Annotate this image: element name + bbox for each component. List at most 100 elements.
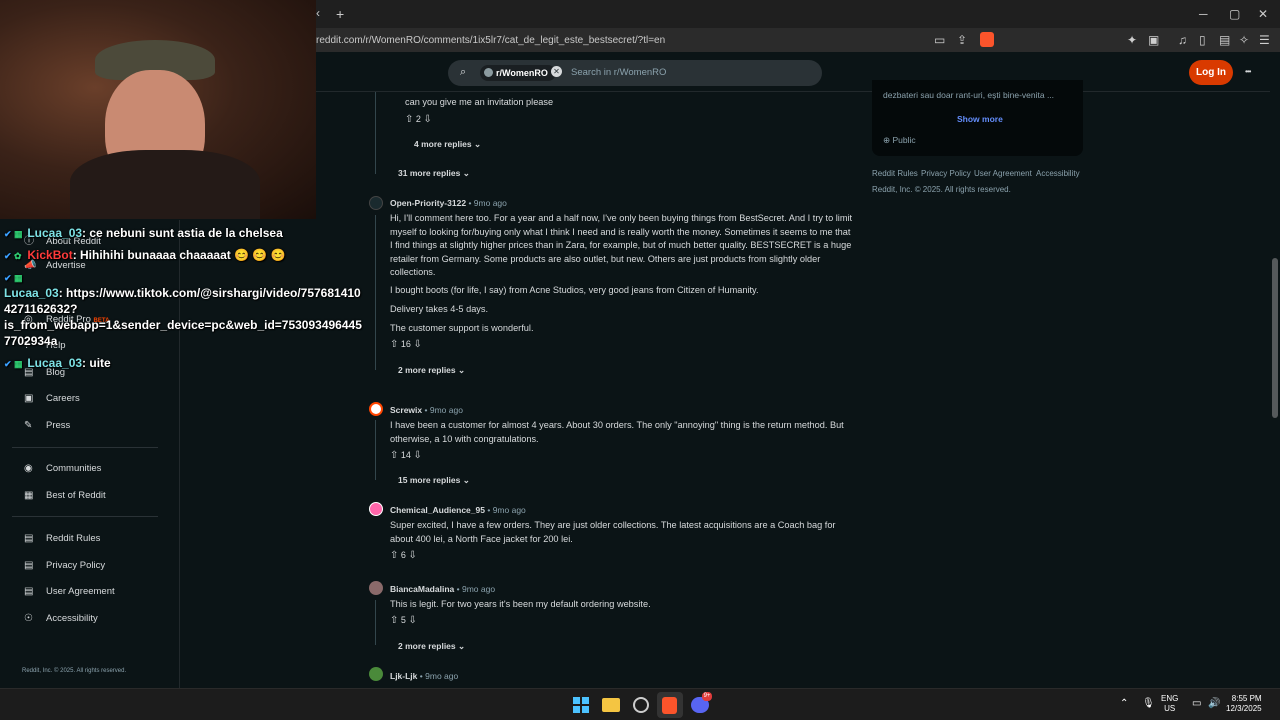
downvote-icon[interactable]: ⇩	[408, 550, 416, 561]
chat-username: Lucaa_03	[27, 226, 83, 240]
upvote-icon[interactable]: ⇧	[405, 114, 413, 125]
clock[interactable]: 8:55 PM 12/3/2025	[1226, 694, 1262, 714]
community-visibility: ⊕ Public	[883, 135, 916, 146]
comment-username: Ljk-Ljk	[390, 671, 418, 681]
comment-author[interactable]: Screwix • 9mo ago	[390, 405, 463, 415]
comment-username: Chemical_Audience_95	[390, 505, 485, 515]
search-bar[interactable]: ⌕ r/WomenRO ✕ Search in r/WomenRO	[448, 60, 822, 86]
upvote-icon[interactable]: ⇧	[390, 615, 398, 626]
brave-icon[interactable]	[662, 697, 677, 714]
sidebar-icon[interactable]: ▯	[1199, 33, 1206, 47]
separator: •	[487, 505, 491, 515]
obs-icon[interactable]	[633, 697, 649, 713]
more-replies-label: 2 more replies	[398, 365, 456, 375]
downvote-icon[interactable]: ⇩	[408, 615, 416, 626]
more-replies-button[interactable]: 2 more replies ⌄	[398, 641, 465, 652]
sidebar-item-communities[interactable]: ◉ Communities	[24, 463, 101, 474]
more-replies-button[interactable]: 4 more replies ⌄	[414, 139, 481, 150]
footer-link-privacy[interactable]: Privacy Policy	[921, 169, 971, 178]
avatar[interactable]	[369, 581, 383, 595]
sidebar-item-privacy-policy[interactable]: ▤ Privacy Policy	[24, 560, 105, 571]
screenshot-icon[interactable]: ▣	[1148, 33, 1159, 47]
share-icon[interactable]: ⇪	[957, 33, 967, 47]
menu-icon[interactable]: ☰	[1259, 33, 1270, 47]
sidebar-divider	[12, 447, 158, 448]
avatar[interactable]	[369, 196, 383, 210]
subreddit-chip[interactable]: r/WomenRO	[480, 65, 556, 81]
microphone-icon[interactable]: 🎙	[1142, 698, 1155, 709]
avatar[interactable]	[369, 502, 383, 516]
downvote-icon[interactable]: ⇩	[413, 339, 421, 350]
comment-author[interactable]: Ljk-Ljk • 9mo ago	[390, 671, 458, 681]
tray-chevron-icon[interactable]: ⌃	[1120, 698, 1128, 709]
comment-body: I bought boots (for life, I say) from Ac…	[390, 285, 759, 295]
footer-link-accessibility[interactable]: Accessibility	[1036, 169, 1080, 178]
clock-time: 8:55 PM	[1231, 694, 1262, 703]
downvote-icon[interactable]: ⇩	[423, 114, 431, 125]
minimize-button[interactable]: ─	[1199, 7, 1208, 21]
maximize-button[interactable]: ▢	[1229, 7, 1240, 21]
sidebar-item-careers[interactable]: ▣ Careers	[24, 393, 80, 404]
network-icon[interactable]: ▭	[1192, 698, 1201, 709]
upvote-icon[interactable]: ⇧	[390, 550, 398, 561]
sidebar-item-best-of-reddit[interactable]: ▦ Best of Reddit	[24, 490, 106, 501]
chat-message-badges: ✔ ▦	[4, 270, 24, 284]
windows-start-icon[interactable]	[573, 697, 589, 713]
comment-username: BiancaMadalina	[390, 584, 455, 594]
avatar[interactable]	[369, 402, 383, 416]
sidebar-item-accessibility[interactable]: ☉ Accessibility	[24, 613, 98, 624]
upvote-icon[interactable]: ⇧	[390, 450, 398, 461]
volume-icon[interactable]: 🔊	[1208, 698, 1220, 709]
show-more-button[interactable]: Show more	[957, 114, 1003, 124]
separator: •	[419, 671, 423, 681]
more-replies-button[interactable]: 31 more replies ⌄	[398, 168, 470, 179]
globe-icon: ⊕	[883, 135, 891, 145]
chat-text: : ce nebuni sunt astia de la chelsea	[82, 226, 283, 240]
cast-icon[interactable]: ▭	[934, 33, 945, 47]
chat-text: : uite	[82, 356, 111, 370]
comment-time: 9mo ago	[492, 505, 526, 515]
vote-count: 2	[415, 114, 421, 124]
downvote-icon[interactable]: ⇩	[413, 450, 421, 461]
music-icon[interactable]: ♫	[1178, 33, 1187, 47]
sidebar-item-reddit-rules[interactable]: ▤ Reddit Rules	[24, 533, 100, 544]
footer-link-agreement[interactable]: User Agreement	[974, 169, 1032, 178]
language-indicator[interactable]: ENG US	[1161, 694, 1178, 714]
upvote-icon[interactable]: ⇧	[390, 339, 398, 350]
taskbar: 9+ ⌃ 🎙 ENG US ▭ 🔊 8:55 PM 12/3/2025	[0, 688, 1280, 720]
more-replies-button[interactable]: 15 more replies ⌄	[398, 475, 470, 486]
search-input[interactable]: Search in r/WomenRO	[571, 67, 666, 78]
community-info-card: dezbateri sau doar rant-uri, ești bine-v…	[872, 80, 1083, 156]
comment-author[interactable]: Open-Priority-3122 • 9mo ago	[390, 198, 507, 208]
avatar[interactable]	[369, 667, 383, 681]
url-field[interactable]: reddit.com/r/WomenRO/comments/1ix5lr7/ca…	[316, 35, 665, 46]
more-options-icon[interactable]: •••	[1245, 67, 1251, 76]
best-icon: ▦	[24, 490, 34, 501]
login-button[interactable]: Log In	[1189, 60, 1233, 85]
footer-copyright: Reddit, Inc. © 2025. All rights reserved…	[872, 185, 1011, 194]
vote-row: ⇧ 16 ⇩	[390, 339, 422, 350]
privacy-icon: ▤	[24, 560, 34, 571]
comment-author[interactable]: BiancaMadalina • 9mo ago	[390, 584, 495, 594]
comment-author[interactable]: Chemical_Audience_95 • 9mo ago	[390, 505, 526, 515]
new-tab-button[interactable]: +	[336, 6, 344, 22]
chevron-down-icon: ⌄	[458, 365, 466, 375]
comment-body: Hi, I'll comment here too. For a year an…	[390, 213, 853, 277]
clear-chip-icon[interactable]: ✕	[551, 66, 562, 77]
extensions-icon[interactable]: ✦	[1127, 33, 1137, 47]
footer-link-rules[interactable]: Reddit Rules	[872, 169, 918, 178]
close-window-button[interactable]: ✕	[1258, 7, 1268, 21]
sidebar-item-press[interactable]: ✎ Press	[24, 420, 70, 431]
more-replies-button[interactable]: 2 more replies ⌄	[398, 365, 465, 376]
thread-line	[375, 215, 376, 370]
sidebar-item-user-agreement[interactable]: ▤ User Agreement	[24, 586, 115, 597]
tab-scroll-left-icon[interactable]: ‹	[316, 6, 320, 20]
file-explorer-icon[interactable]	[602, 698, 620, 712]
brave-shield-icon[interactable]	[980, 32, 994, 47]
scrollbar-thumb[interactable]	[1272, 258, 1278, 418]
wallet-icon[interactable]: ▤	[1219, 33, 1230, 47]
sidebar-item-label: Privacy Policy	[46, 560, 106, 571]
leo-icon[interactable]: ✧	[1239, 33, 1249, 47]
chat-username: KickBot	[27, 248, 73, 262]
vote-row: ⇧ 5 ⇩	[390, 615, 417, 626]
